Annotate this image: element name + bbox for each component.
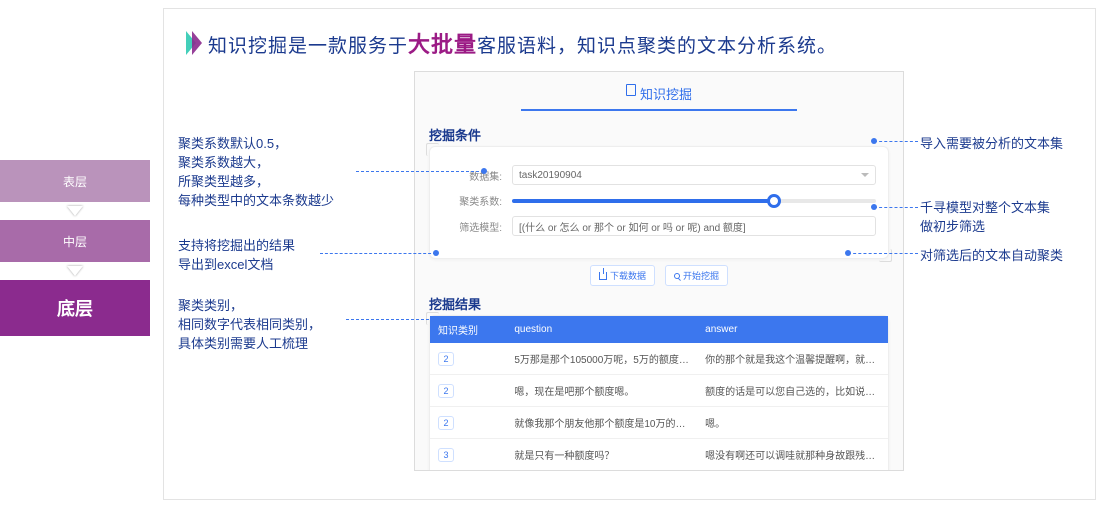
- col-question: question: [506, 316, 697, 343]
- category-tag[interactable]: 2: [438, 352, 454, 366]
- connector: [848, 253, 918, 254]
- results-table: 知识类别 question answer 2 5万那是那个105000万呢，5万的…: [430, 316, 888, 471]
- search-icon: [674, 273, 680, 279]
- col-category: 知识类别: [430, 316, 506, 343]
- start-button[interactable]: 开始挖掘: [665, 265, 728, 286]
- layer-top: 表层: [0, 160, 150, 202]
- results-card: 知识类别 question answer 2 5万那是那个105000万呢，5万的…: [429, 315, 889, 471]
- heading-post: 客服语料，知识点聚类的文本分析系统。: [477, 36, 837, 57]
- slider-thumb[interactable]: [767, 194, 781, 208]
- filter-input[interactable]: [(什么 or 怎么 or 那个 or 如何 or 吗 or 呢) and 额度…: [512, 216, 876, 236]
- document-icon: [626, 84, 636, 96]
- cell-question: 就是只有一种额度吗？: [506, 439, 697, 471]
- anno-export: 支持将挖掘出的结果 导出到excel文档: [178, 237, 295, 275]
- cell-category: 2: [430, 343, 506, 375]
- category-tag[interactable]: 3: [438, 448, 454, 462]
- row-dataset: 数据集: task20190904: [442, 165, 876, 185]
- dataset-value: task20190904: [519, 170, 582, 181]
- app-screenshot: 知识挖掘 挖掘条件 数据集: task20190904 聚类系数: 筛选模型: …: [414, 71, 904, 471]
- section-conditions-label: 挖掘条件: [429, 125, 481, 144]
- connector-dot: [845, 250, 851, 256]
- layer-mid: 中层: [0, 220, 150, 262]
- connector: [346, 319, 434, 320]
- anno-import: 导入需要被分析的文本集: [920, 135, 1063, 154]
- arrow-down-icon: [67, 206, 83, 216]
- connector: [320, 253, 436, 254]
- dataset-select[interactable]: task20190904: [512, 165, 876, 185]
- download-button[interactable]: 下载数据: [590, 265, 655, 286]
- table-row: 2 5万那是那个105000万呢，5万的额度对…你的那个就是我这个温馨提醒啊，就是…: [430, 343, 888, 375]
- layer-mid-label: 中层: [63, 233, 87, 250]
- layer-bot: 底层: [0, 280, 150, 336]
- coef-label: 聚类系数:: [442, 193, 502, 208]
- cell-question: 嗯，现在是吧那个额度嗯。: [506, 375, 697, 407]
- cell-answer: 额度的话是可以您自己选的，比如说你…: [697, 375, 888, 407]
- chevron-down-icon: [861, 173, 869, 177]
- coef-slider[interactable]: [512, 199, 876, 203]
- heading-pre: 知识挖掘是一款服务于: [208, 36, 408, 57]
- button-row: 下载数据 开始挖掘: [429, 265, 889, 286]
- dataset-label: 数据集:: [442, 168, 502, 183]
- connector-dot: [431, 316, 437, 322]
- connector: [874, 141, 918, 142]
- table-row: 2 嗯，现在是吧那个额度嗯。额度的话是可以您自己选的，比如说你…: [430, 375, 888, 407]
- main-panel: 知识挖掘是一款服务于大批量客服语料，知识点聚类的文本分析系统。 知识挖掘 挖掘条…: [163, 8, 1096, 500]
- layer-bot-label: 底层: [57, 295, 93, 321]
- anno-category: 聚类类别， 相同数字代表相同类别， 具体类别需要人工梳理: [178, 297, 321, 354]
- connector: [874, 207, 918, 208]
- filter-value: [(什么 or 怎么 or 那个 or 如何 or 吗 or 呢) and 额度…: [519, 219, 746, 234]
- connector: [356, 171, 484, 172]
- cell-question: 5万那是那个105000万呢，5万的额度对…: [506, 343, 697, 375]
- download-label: 下载数据: [610, 269, 646, 282]
- cell-category: 3: [430, 439, 506, 471]
- category-tag[interactable]: 2: [438, 384, 454, 398]
- row-coef: 聚类系数:: [442, 193, 876, 208]
- heading-text: 知识挖掘是一款服务于大批量客服语料，知识点聚类的文本分析系统。: [208, 27, 837, 59]
- anno-cluster: 对筛选后的文本自动聚类: [920, 247, 1063, 266]
- download-icon: [599, 272, 607, 280]
- filter-label: 筛选模型:: [442, 219, 502, 234]
- sidebar-layers: 表层 中层 底层: [0, 160, 150, 354]
- app-title-text: 知识挖掘: [640, 84, 692, 103]
- section-results-label: 挖掘结果: [429, 294, 481, 313]
- chevron-right-icon: [186, 31, 198, 55]
- connector-dot: [433, 250, 439, 256]
- cell-category: 2: [430, 407, 506, 439]
- table-row: 3就是只有一种额度吗？嗯没有啊还可以调哇就那种身故跟残疾…: [430, 439, 888, 471]
- start-label: 开始挖掘: [683, 269, 719, 282]
- table-row: 3哈家质重度也有嘛，你就说一个额度吗？嗯。: [430, 471, 888, 472]
- cell-category: 3: [430, 471, 506, 472]
- layer-top-label: 表层: [63, 173, 87, 190]
- anno-filter: 千寻模型对整个文本集 做初步筛选: [920, 199, 1050, 237]
- cell-answer: 嗯没有啊还可以调哇就那种身故跟残疾…: [697, 439, 888, 471]
- table-row: 2 就像我那个朋友他那个额度是10万的嘛…嗯。: [430, 407, 888, 439]
- connector-dot: [871, 138, 877, 144]
- cell-question: 哈家质重度也有嘛，你就说一个额度吗？: [506, 471, 697, 472]
- heading: 知识挖掘是一款服务于大批量客服语料，知识点聚类的文本分析系统。: [182, 27, 1077, 59]
- cell-answer: 嗯。: [697, 407, 888, 439]
- cell-answer: 嗯。: [697, 471, 888, 472]
- cell-category: 2: [430, 375, 506, 407]
- connector-dot: [871, 204, 877, 210]
- app-title: 知识挖掘: [521, 80, 797, 111]
- cell-question: 就像我那个朋友他那个额度是10万的嘛…: [506, 407, 697, 439]
- col-answer: answer: [697, 316, 888, 343]
- arrow-down-icon: [67, 266, 83, 276]
- cell-answer: 你的那个就是我这个温馨提醒啊，就是…: [697, 343, 888, 375]
- heading-em: 大批量: [408, 32, 477, 57]
- row-filter: 筛选模型: [(什么 or 怎么 or 那个 or 如何 or 吗 or 呢) …: [442, 216, 876, 236]
- conditions-card: 数据集: task20190904 聚类系数: 筛选模型: [(什么 or 怎么…: [429, 146, 889, 259]
- anno-coef: 聚类系数默认0.5， 聚类系数越大， 所聚类型越多， 每种类型中的文本条数越少: [178, 135, 334, 210]
- connector-dot: [481, 168, 487, 174]
- category-tag[interactable]: 2: [438, 416, 454, 430]
